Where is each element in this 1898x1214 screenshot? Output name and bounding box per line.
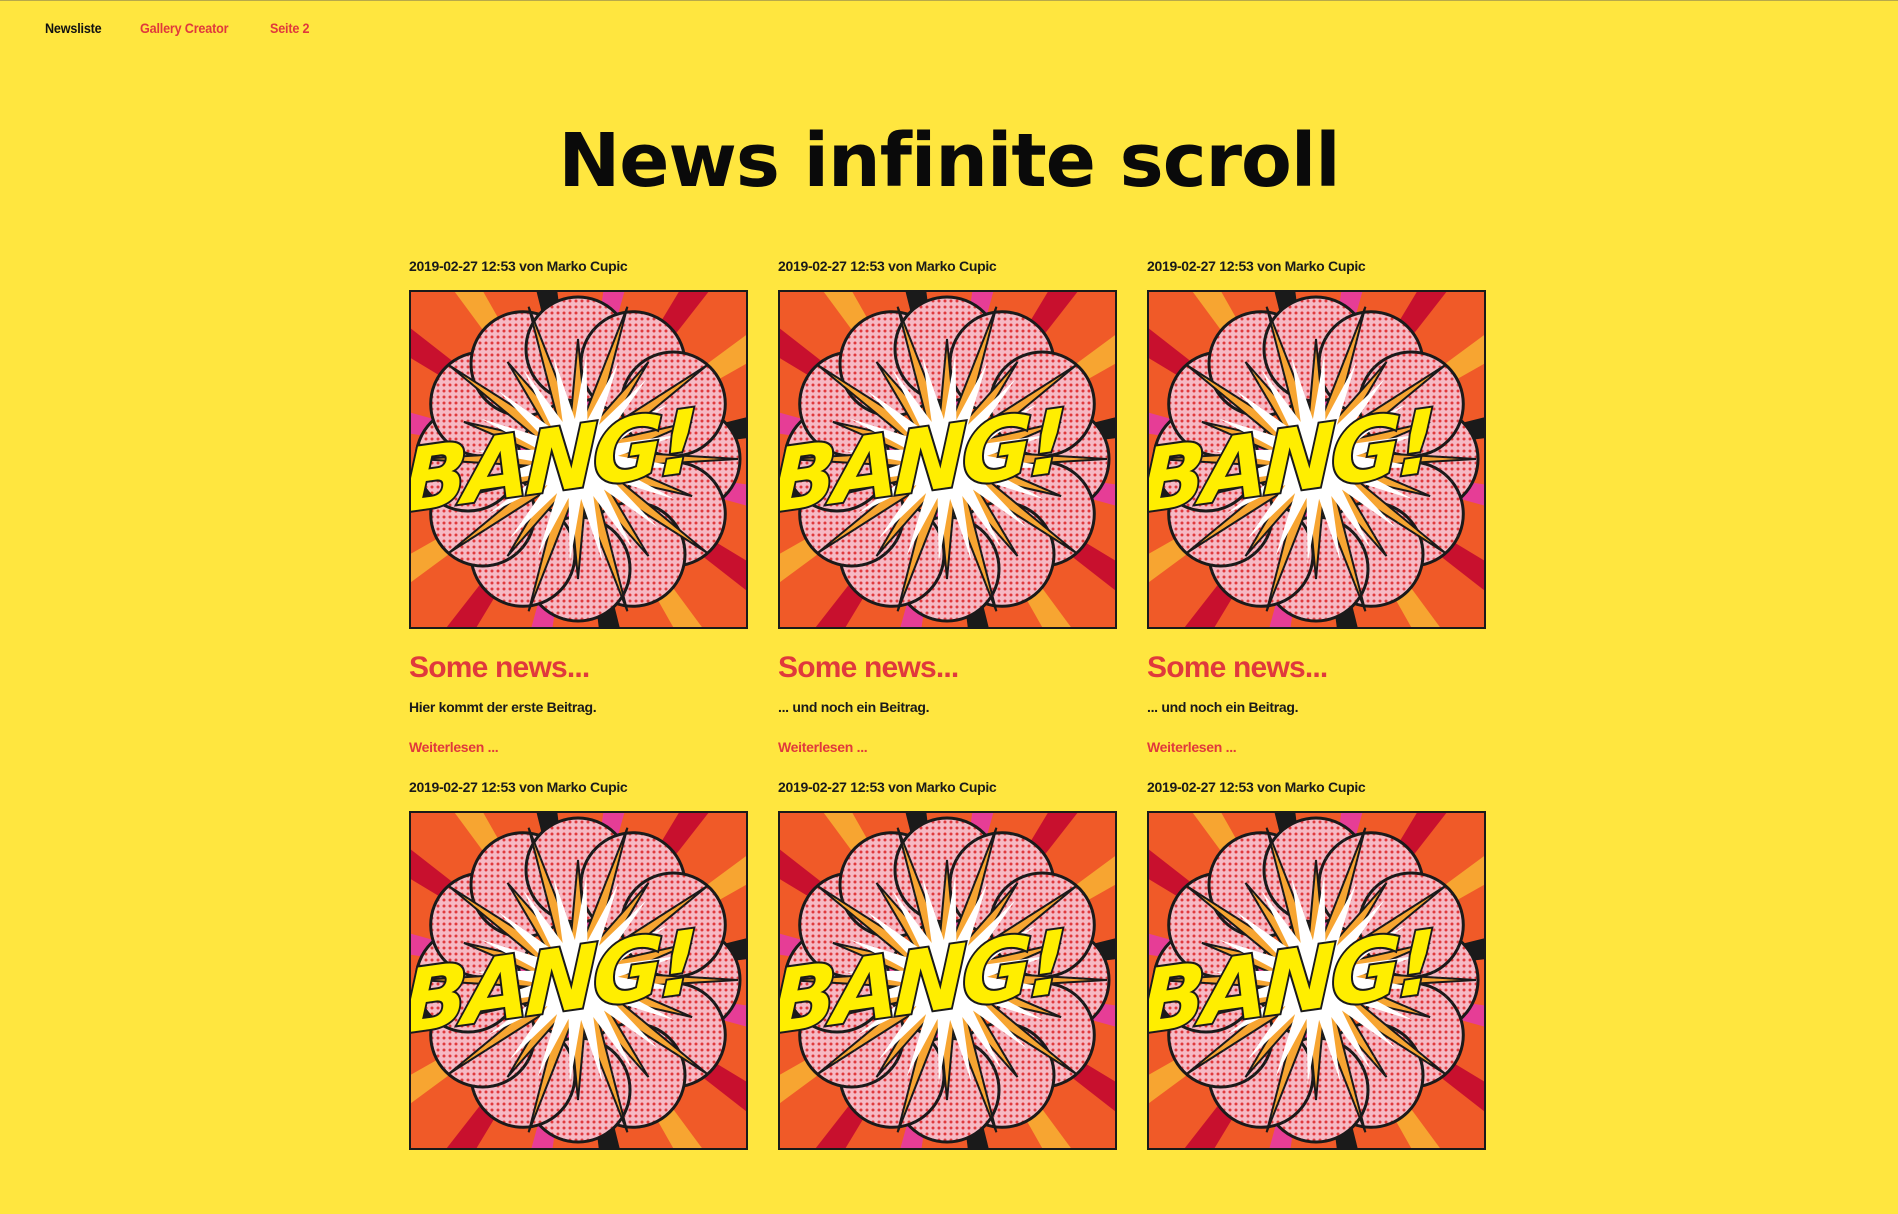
news-headline[interactable]: Some news... [1147, 651, 1486, 685]
news-image[interactable]: BANG! [409, 811, 748, 1150]
news-meta: 2019-02-27 12:53 von Marko Cupic [409, 779, 628, 795]
page-title: News infinite scroll [558, 118, 1340, 204]
news-card: 2019-02-27 12:53 von Marko Cupic BANG! [1147, 779, 1486, 1214]
bang-illustration: BANG! [411, 813, 746, 1148]
news-image[interactable]: BANG! [409, 290, 748, 629]
bang-illustration: BANG! [780, 813, 1115, 1148]
bang-illustration: BANG! [411, 292, 746, 627]
news-image[interactable]: BANG! [1147, 290, 1486, 629]
read-more-link[interactable] [778, 1174, 1117, 1214]
news-meta: 2019-02-27 12:53 von Marko Cupic [409, 258, 628, 274]
bang-illustration: BANG! [780, 292, 1115, 627]
read-more-link[interactable]: Weiterlesen ... [1147, 739, 1486, 779]
news-image[interactable]: BANG! [778, 290, 1117, 629]
news-card: 2019-02-27 12:53 von Marko Cupic BANG! S… [409, 258, 748, 779]
nav-item-gallery-creator[interactable]: Gallery Creator [140, 20, 229, 36]
nav-item-newsliste[interactable]: Newsliste [45, 20, 102, 36]
main-nav: Newsliste Gallery Creator Seite 2 [45, 20, 314, 36]
read-more-link[interactable]: Weiterlesen ... [409, 739, 748, 779]
news-card: 2019-02-27 12:53 von Marko Cupic BANG! S… [778, 258, 1117, 779]
news-card: 2019-02-27 12:53 von Marko Cupic BANG! [409, 779, 748, 1214]
read-more-link[interactable] [409, 1174, 748, 1214]
news-headline[interactable]: Some news... [778, 651, 1117, 685]
top-border [0, 0, 1898, 1]
nav-item-seite-2[interactable]: Seite 2 [270, 20, 310, 36]
news-teaser: ... und noch ein Beitrag. [1147, 699, 1299, 715]
news-card: 2019-02-27 12:53 von Marko Cupic BANG! [778, 779, 1117, 1214]
news-image[interactable]: BANG! [778, 811, 1117, 1150]
read-more-link[interactable] [1147, 1174, 1486, 1214]
news-meta: 2019-02-27 12:53 von Marko Cupic [1147, 779, 1366, 795]
bang-illustration: BANG! [1149, 292, 1484, 627]
bang-illustration: BANG! [1149, 813, 1484, 1148]
news-meta: 2019-02-27 12:53 von Marko Cupic [1147, 258, 1366, 274]
news-image[interactable]: BANG! [1147, 811, 1486, 1150]
read-more-link[interactable]: Weiterlesen ... [778, 739, 1117, 779]
news-meta: 2019-02-27 12:53 von Marko Cupic [778, 258, 997, 274]
news-meta: 2019-02-27 12:53 von Marko Cupic [778, 779, 997, 795]
news-card: 2019-02-27 12:53 von Marko Cupic BANG! S… [1147, 258, 1486, 779]
news-teaser: ... und noch ein Beitrag. [778, 699, 930, 715]
news-grid: 2019-02-27 12:53 von Marko Cupic BANG! S… [409, 258, 1486, 1214]
news-headline[interactable]: Some news... [409, 651, 748, 685]
news-teaser: Hier kommt der erste Beitrag. [409, 699, 597, 715]
